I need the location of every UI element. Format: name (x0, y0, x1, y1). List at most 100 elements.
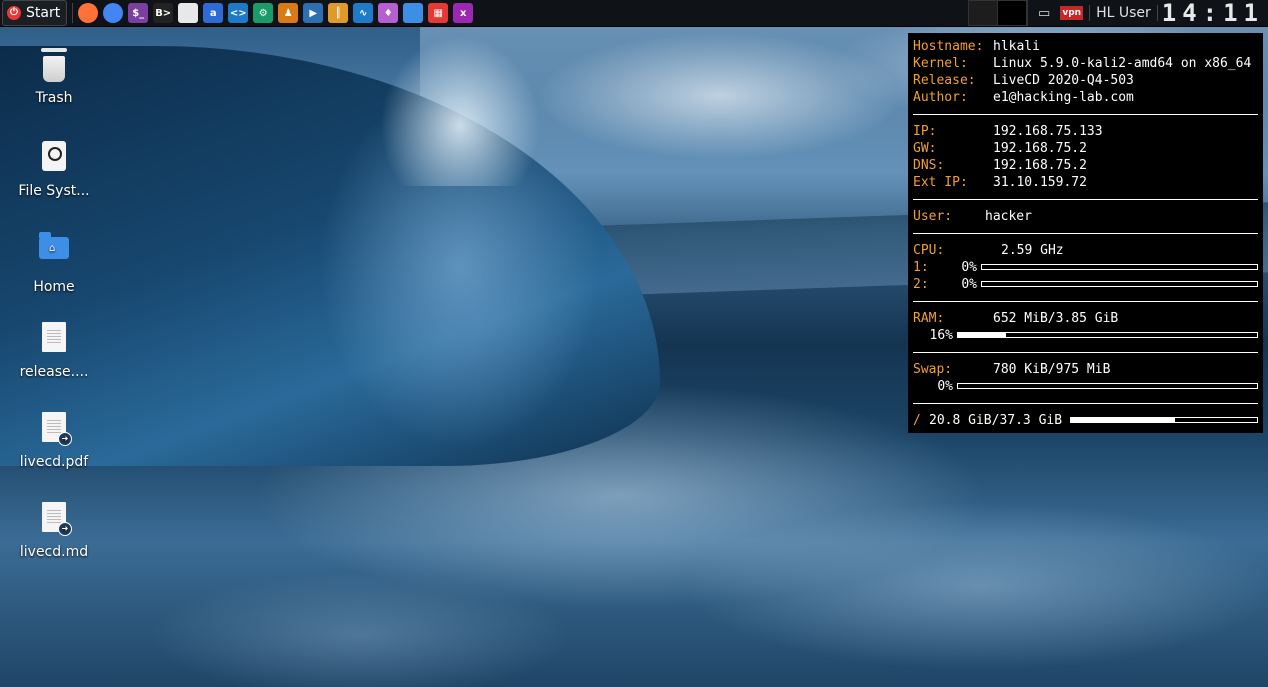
gw-key: GW: (913, 141, 937, 156)
core-2-key: 2: (913, 277, 929, 292)
ram-row: RAM: 652 MiB/3.85 GiB (913, 310, 1258, 327)
divider (913, 233, 1258, 234)
desktop-icon-livecd-pdf[interactable]: ➜ livecd.pdf (14, 410, 94, 470)
ram-key: RAM: (913, 311, 945, 326)
workspace-switcher[interactable] (968, 0, 1029, 26)
author-key: Author: (913, 90, 968, 105)
desktop-icon-home[interactable]: ⌂ Home (14, 229, 94, 295)
trash-icon (38, 48, 70, 84)
fire-icon[interactable]: ♦ (378, 3, 399, 23)
cpu-row: CPU: 2.59 GHz (913, 242, 1258, 259)
start-button[interactable]: ⏻ Start (2, 0, 68, 26)
terminal-purple-icon[interactable]: $_ (128, 3, 149, 23)
hostname-row: Hostname: hlkali (913, 38, 1258, 55)
cpu-core-1-row: 1: 0% (913, 259, 1258, 276)
power-icon: ⏻ (7, 6, 21, 20)
markdown-file-icon: ➜ (38, 502, 72, 538)
ram-pct: 16% (929, 328, 953, 343)
kernel-key: Kernel: (913, 56, 968, 71)
firefox-icon[interactable] (78, 3, 99, 23)
ip-key: IP: (913, 124, 937, 139)
release-value: LiveCD 2020-Q4-503 (993, 73, 1134, 88)
workspace-2[interactable] (998, 1, 1028, 25)
disk-row: / 20.8 GiB/37.3 GiB (913, 412, 1258, 429)
ram-bar (957, 332, 1258, 338)
author-row: Author: e1@hacking-lab.com (913, 89, 1258, 106)
disk-mount-key: / (913, 413, 921, 428)
workspace-1[interactable] (969, 1, 999, 25)
core-2-pct: 0% (961, 277, 977, 292)
gear-app-icon[interactable]: ⚙ (253, 3, 274, 23)
bookmark-icon[interactable]: ║ (328, 3, 349, 23)
dns-key: DNS: (913, 158, 945, 173)
divider (913, 114, 1258, 115)
tray-user-menu[interactable]: HL User (1089, 5, 1158, 21)
desktop-icon-filesystem[interactable]: File Syst... (14, 139, 94, 199)
swap-bar-row: 0% (913, 378, 1258, 395)
hard-disk-icon (38, 141, 70, 177)
core-1-pct: 0% (961, 260, 977, 275)
cpu-core-2-row: 2: 0% (913, 276, 1258, 293)
cpu-key: CPU: (913, 243, 945, 258)
desktop-icon-label: livecd.pdf (19, 454, 89, 470)
divider (913, 352, 1258, 353)
swap-value: 780 KiB/975 MiB (993, 362, 1111, 377)
divider (913, 403, 1258, 404)
folder-icon[interactable] (403, 3, 424, 23)
taskbar: ⏻ Start $_ B> a <> ⚙ ♟ ▶ ║ ∿ ♦ ▦ x ▭ vpn HL User 14… (0, 0, 1268, 27)
swap-row: Swap: 780 KiB/975 MiB (913, 361, 1258, 378)
hostname-key: Hostname: (913, 39, 984, 54)
pdf-file-icon: ➜ (38, 412, 72, 448)
core-1-bar (981, 264, 1258, 270)
app-a-icon[interactable]: a (203, 3, 224, 23)
swap-key: Swap: (913, 362, 953, 377)
clock[interactable]: 14:11 (1158, 0, 1268, 27)
system-tray: ▭ vpn HL User 14:11 (968, 0, 1268, 27)
cpu-value: 2.59 GHz (1001, 243, 1064, 258)
ip-value: 192.168.75.133 (993, 124, 1103, 139)
home-folder-icon: ⌂ (38, 232, 70, 273)
wallpaper-wave-crest (380, 36, 540, 186)
swap-pct: 0% (937, 379, 953, 394)
ram-bar-row: 16% (913, 327, 1258, 344)
grid-app-icon[interactable]: ▦ (428, 3, 449, 23)
monitor-icon[interactable]: x (453, 3, 474, 23)
hostname-value: hlkali (993, 39, 1040, 54)
burp-icon[interactable]: ♟ (278, 3, 299, 23)
taskbar-separator (72, 3, 74, 23)
author-value: e1@hacking-lab.com (993, 90, 1134, 105)
chrome-icon[interactable] (103, 3, 124, 23)
system-monitor-panel: Hostname: hlkali Kernel: Linux 5.9.0-kali2… (908, 33, 1263, 433)
divider (913, 199, 1258, 200)
kernel-row: Kernel: Linux 5.9.0-kali2-amd64 on x86_64 (913, 55, 1258, 72)
gw-row: GW: 192.168.75.2 (913, 140, 1258, 157)
desktop-icon-label: Trash (35, 90, 73, 106)
files-icon[interactable] (178, 3, 199, 23)
vscode-icon[interactable]: <> (228, 3, 249, 23)
kernel-value: Linux 5.9.0-kali2-amd64 on x86_64 (993, 56, 1252, 71)
extip-row: Ext IP: 31.10.159.72 (913, 174, 1258, 191)
desktop-icon-livecd-md[interactable]: ➜ livecd.md (14, 500, 94, 560)
divider (913, 301, 1258, 302)
app-launcher: $_ B> a <> ⚙ ♟ ▶ ║ ∿ ♦ ▦ x (78, 3, 474, 23)
screen-icon[interactable]: ▭ (1034, 6, 1054, 21)
ram-value: 652 MiB/3.85 GiB (993, 311, 1119, 326)
user-key: User: (913, 209, 953, 224)
extip-key: Ext IP: (913, 175, 968, 190)
swap-bar (957, 383, 1258, 389)
core-2-bar (981, 281, 1258, 287)
wireshark-icon[interactable]: ∿ (353, 3, 374, 23)
desktop-icon-label: Home (33, 279, 75, 295)
extip-value: 31.10.159.72 (993, 175, 1087, 190)
disk-value: 20.8 GiB/37.3 GiB (929, 413, 1063, 428)
root-terminal-icon[interactable]: B> (153, 3, 174, 23)
core-1-key: 1: (913, 260, 929, 275)
vpn-icon[interactable]: vpn (1060, 6, 1084, 20)
ip-row: IP: 192.168.75.133 (913, 123, 1258, 140)
gw-value: 192.168.75.2 (993, 141, 1087, 156)
desktop-icon-trash[interactable]: Trash (14, 48, 94, 106)
dns-row: DNS: 192.168.75.2 (913, 157, 1258, 174)
shark-icon[interactable]: ▶ (303, 3, 324, 23)
user-row: User: hacker (913, 208, 1258, 225)
desktop-icon-release[interactable]: release.... (14, 320, 94, 380)
